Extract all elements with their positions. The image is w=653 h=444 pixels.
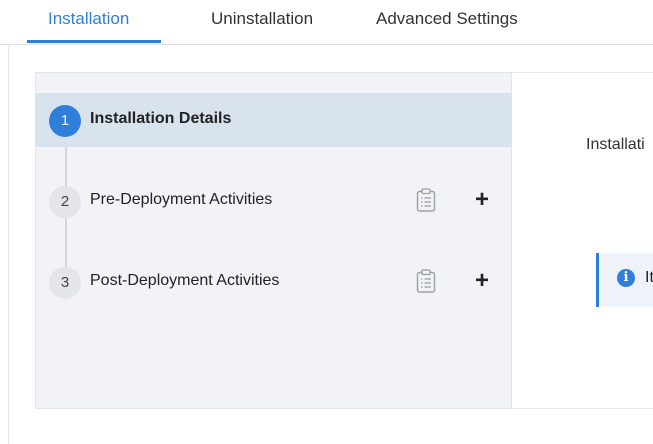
info-text: It xyxy=(645,269,653,286)
tab-bar: Installation Uninstallation Advanced Set… xyxy=(0,0,653,45)
step-installation-details[interactable]: 1 Installation Details xyxy=(35,93,512,147)
step-pre-deployment-activities[interactable]: 2 Pre-Deployment Activities + xyxy=(35,174,512,228)
step-label: Pre-Deployment Activities xyxy=(90,191,273,208)
info-icon: i xyxy=(617,269,635,287)
step-number-badge: 1 xyxy=(49,105,81,137)
installation-heading: Installati xyxy=(586,136,645,153)
step-post-deployment-activities[interactable]: 3 Post-Deployment Activities + xyxy=(35,255,512,309)
step-number-badge: 3 xyxy=(49,267,81,299)
step-label: Installation Details xyxy=(90,110,232,127)
active-tab-indicator xyxy=(27,40,161,43)
plus-icon[interactable]: + xyxy=(475,188,489,212)
details-pane xyxy=(512,72,653,409)
tab-uninstallation[interactable]: Uninstallation xyxy=(211,9,313,29)
step-label: Post-Deployment Activities xyxy=(90,272,280,289)
info-banner: i It xyxy=(596,253,653,307)
clipboard-icon[interactable] xyxy=(416,188,436,212)
step-number-badge: 2 xyxy=(49,186,81,218)
tab-advanced-settings[interactable]: Advanced Settings xyxy=(376,9,518,29)
tab-installation[interactable]: Installation xyxy=(48,9,129,29)
clipboard-icon[interactable] xyxy=(416,269,436,293)
plus-icon[interactable]: + xyxy=(475,269,489,293)
